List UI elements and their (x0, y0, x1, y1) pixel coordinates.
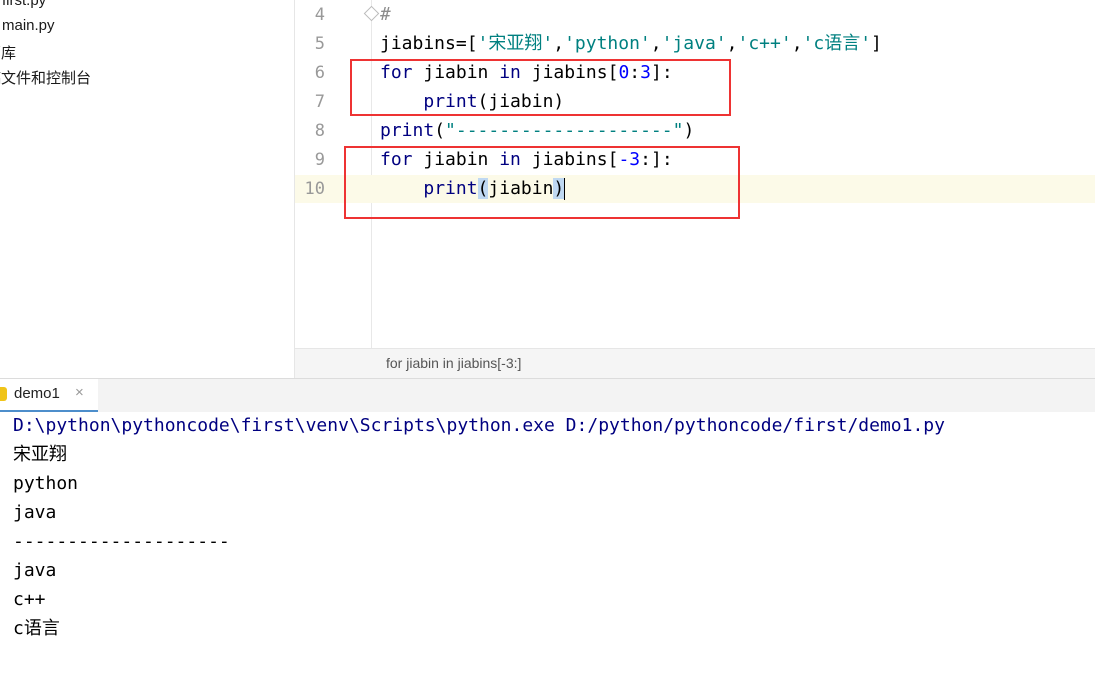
code-token: ] (871, 33, 882, 54)
code-line[interactable]: 8 print("--------------------") (295, 117, 1095, 145)
code-token: # (380, 4, 391, 25)
code-text[interactable]: print("--------------------") (380, 117, 694, 145)
line-number: 10 (304, 179, 325, 199)
editor-breadcrumb: for jiabin in jiabins[-3:] (295, 348, 1095, 379)
run-tab-demo1[interactable]: demo1 × (0, 379, 98, 413)
code-line[interactable]: 5 jiabins=['宋亚翔','python','java','c++','c… (295, 30, 1095, 58)
code-token: ( (434, 120, 446, 141)
console-output-line: c语言 (13, 618, 60, 639)
code-token: print (380, 120, 435, 141)
breadcrumb-text[interactable]: for jiabin in jiabins[-3:] (386, 355, 521, 371)
annotation-box-editor-slice-back (344, 146, 740, 219)
console-command-line: D:\python\pythoncode\first\venv\Scripts\… (13, 415, 945, 436)
code-text[interactable]: jiabins=['宋亚翔','python','java','c++','c语… (380, 30, 882, 58)
code-token: , (726, 33, 738, 54)
console-output-line: java (13, 502, 57, 523)
project-tree: first.py main.py 部库 稿文件和控制台 (0, 0, 295, 378)
code-token: 'c语言' (802, 33, 872, 54)
code-token: 'c++' (737, 33, 792, 54)
line-number: 7 (314, 92, 325, 112)
code-line[interactable]: 4 # (295, 1, 1095, 29)
console-output-line: python (13, 473, 79, 494)
console-output-line: java (13, 560, 57, 581)
code-text[interactable]: # (380, 1, 391, 29)
code-token: ) (683, 120, 695, 141)
run-tool-window-tabs: demo1 × (0, 378, 1095, 413)
annotation-box-editor-slice-front (350, 59, 731, 116)
close-icon[interactable]: × (75, 384, 84, 401)
project-item-main-py[interactable]: main.py (2, 17, 55, 34)
code-token: , (791, 33, 803, 54)
code-token: , (553, 33, 565, 54)
code-token: '宋亚翔' (477, 33, 554, 54)
project-item-first-py[interactable]: first.py (2, 0, 46, 9)
line-number: 8 (314, 121, 325, 141)
run-tab-label: demo1 (14, 385, 60, 402)
run-console[interactable]: D:\python\pythoncode\first\venv\Scripts\… (0, 412, 1095, 676)
console-output-line: -------------------- (13, 531, 230, 552)
code-token: , (650, 33, 662, 54)
line-number: 6 (314, 63, 325, 83)
line-number: 9 (314, 150, 325, 170)
console-output-line: c++ (13, 589, 46, 610)
code-token: jiabins=[ (380, 33, 478, 54)
code-token: 'java' (661, 33, 727, 54)
line-number: 5 (314, 34, 325, 54)
console-output-line: 宋亚翔 (13, 444, 67, 465)
code-token: 'python' (564, 33, 651, 54)
line-number: 4 (314, 5, 325, 25)
project-item-external-libraries[interactable]: 部库 (0, 42, 16, 63)
code-token: "--------------------" (445, 120, 684, 141)
python-file-icon (0, 387, 7, 401)
project-item-scratches-consoles[interactable]: 稿文件和控制台 (0, 67, 91, 88)
